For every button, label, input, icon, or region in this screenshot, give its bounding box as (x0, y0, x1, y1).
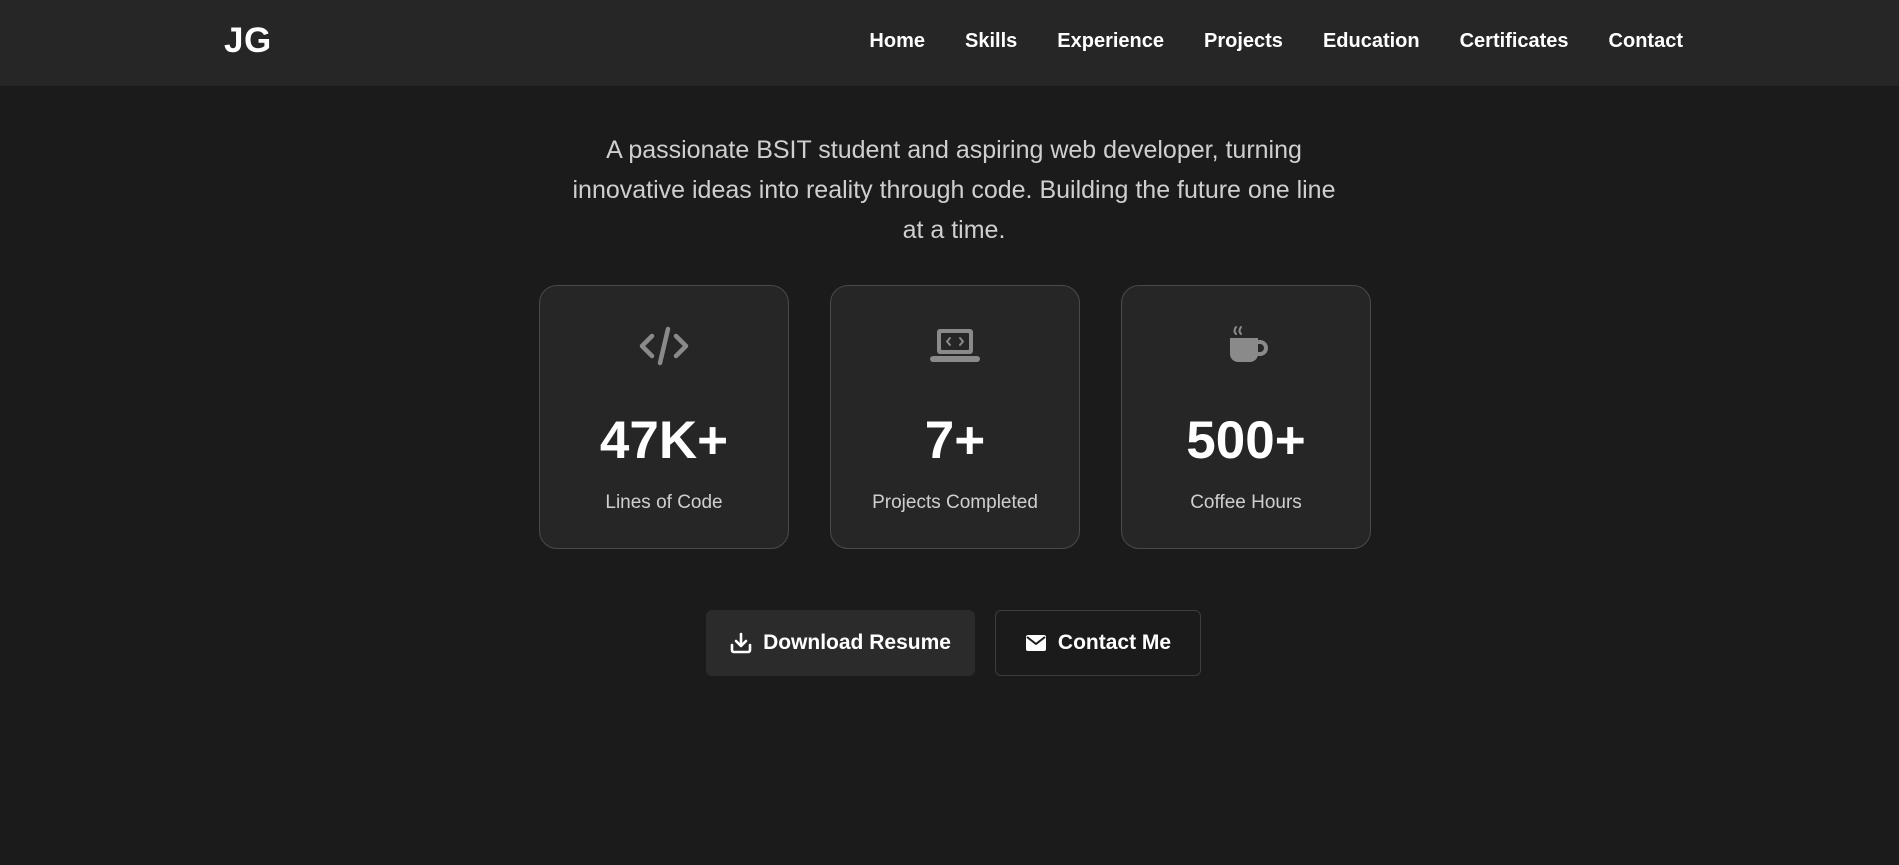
stat-label: Projects Completed (872, 492, 1038, 513)
main-nav: Home Skills Experience Projects Educatio… (869, 28, 1683, 54)
stat-value: 7+ (924, 411, 986, 470)
download-resume-label: Download Resume (763, 631, 951, 654)
nav-education[interactable]: Education (1323, 28, 1420, 54)
contact-me-label: Contact Me (1057, 631, 1172, 654)
contact-me-button[interactable]: Contact Me (995, 610, 1201, 676)
laptop-code-icon (831, 324, 1079, 368)
site-logo[interactable]: JG (224, 21, 272, 61)
cta-buttons: Download Resume Contact Me (706, 610, 1201, 676)
code-icon (540, 324, 788, 368)
coffee-icon (1122, 324, 1370, 368)
nav-skills[interactable]: Skills (965, 28, 1017, 54)
nav-contact[interactable]: Contact (1609, 28, 1683, 54)
nav-experience[interactable]: Experience (1057, 28, 1164, 54)
stat-label: Lines of Code (605, 492, 723, 513)
stat-value: 47K+ (599, 411, 729, 470)
hero-tagline: A passionate BSIT student and aspiring w… (572, 136, 1336, 244)
nav-certificates[interactable]: Certificates (1460, 28, 1569, 54)
stats-section: 47K+ Lines of Code 7+ Projects Completed (539, 285, 1371, 549)
envelope-icon (1025, 634, 1047, 652)
download-resume-button[interactable]: Download Resume (706, 610, 975, 676)
stat-card-lines-of-code: 47K+ Lines of Code (539, 285, 789, 549)
nav-projects[interactable]: Projects (1204, 28, 1283, 54)
stat-card-projects: 7+ Projects Completed (830, 285, 1080, 549)
stat-value: 500+ (1186, 411, 1306, 470)
navbar: JG Home Skills Experience Projects Educa… (0, 0, 1899, 86)
download-icon (730, 632, 752, 654)
stat-label: Coffee Hours (1190, 492, 1302, 513)
nav-home[interactable]: Home (869, 28, 925, 54)
stat-card-coffee: 500+ Coffee Hours (1121, 285, 1371, 549)
